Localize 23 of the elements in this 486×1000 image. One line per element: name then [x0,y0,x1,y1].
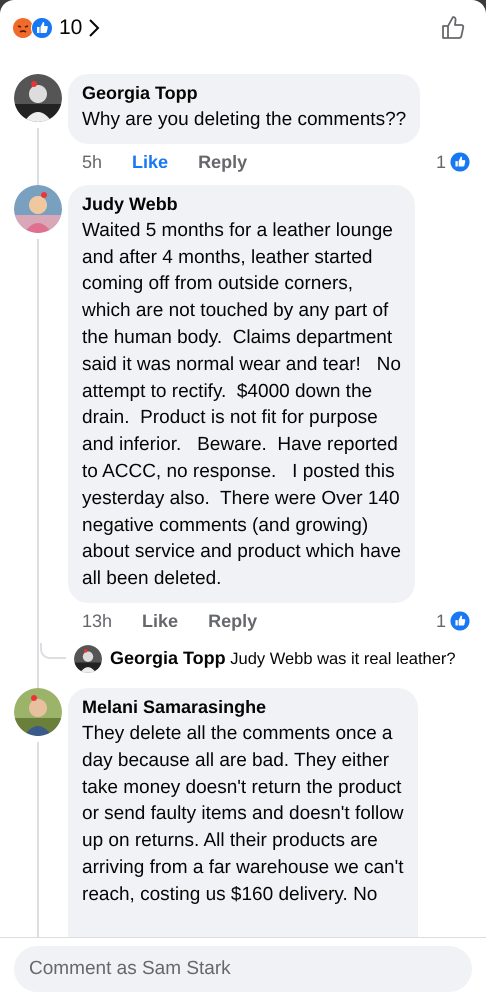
comment-author[interactable]: Georgia Topp [82,83,406,104]
comment-text: They delete all the comments once a day because all are bad. They either take money doesn't return the product or send faulty items and doesn't follow up on returns. All their products are arriving from a far warehouse we can't reach, costing us $160 delivery. No [82,722,404,907]
like-icon [31,17,53,39]
comment-author[interactable]: Judy Webb [82,194,401,215]
reaction-count: 1 [436,610,446,632]
reply-link[interactable]: Reply [198,152,248,173]
comment-time: 13h [82,610,112,632]
comment-time: 5h [82,152,102,173]
reaction-count[interactable]: 10 [59,16,82,40]
reply-link[interactable]: Reply [208,610,258,632]
comment-text: Why are you deleting the comments?? [82,108,406,132]
reaction-count: 1 [436,152,446,173]
like-icon [450,611,470,632]
chevron-right-icon[interactable] [88,18,100,38]
comment-text: Waited 5 months for a leather lounge and after 4 months, leather started coming off from outside corners, which are not touched by any part of the human body. Claims department said it was normal wear and tear! No attempt to rectify. $4000 down the drain. Product is not fit for purpose and inferior. Beware. Have reported to ACCC, no response. I posted this yesterday also. There were Over 140 negative comments (and growing) about service and product which have all been deleted. [82,218,401,592]
comment-author[interactable]: Melani Samarasinghe [82,696,404,718]
comment-input-field[interactable]: Comment as Sam Stark [14,946,472,992]
thumbs-up-icon[interactable] [440,15,466,41]
like-link[interactable]: Like [142,610,178,632]
like-link[interactable]: Like [132,152,168,173]
like-icon [450,152,470,172]
angry-emoji-icon [12,17,34,39]
reply-text: Georgia Topp Judy Webb was it real leather? [110,648,456,670]
